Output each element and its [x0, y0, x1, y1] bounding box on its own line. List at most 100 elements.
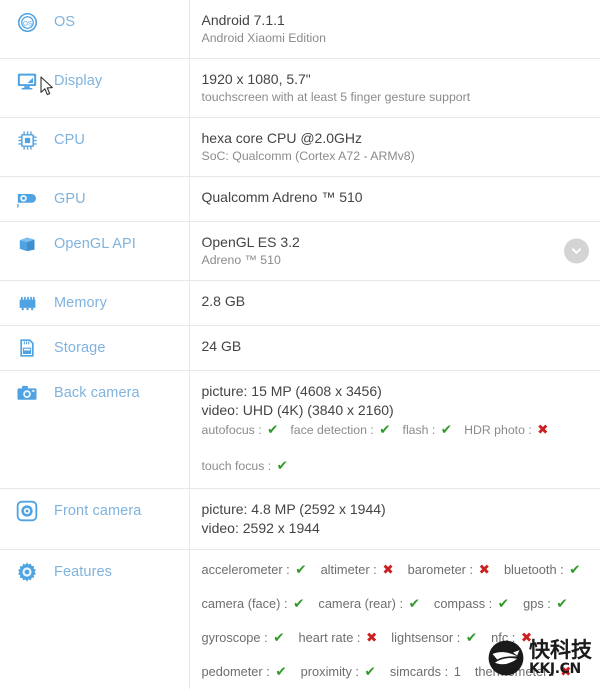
feature-name: barometer :: [407, 562, 477, 577]
feature-name: proximity :: [300, 664, 363, 679]
features-line: gyroscope : ✔ heart rate : ✖ lightsensor :…: [202, 629, 587, 646]
row-value-back-camera: picture: 15 MP (4608 x 3456) video: UHD …: [189, 370, 600, 489]
feature-item: compass : ✔: [434, 596, 509, 611]
feature-value: ✖: [537, 422, 549, 437]
back-camera-flags-line-1: autofocus : ✔ face detection : ✔ flash : ✔…: [202, 421, 587, 439]
os-edition: Android Xiaomi Edition: [201, 31, 326, 45]
back-camera-flags-line-2: touch focus : ✔: [202, 457, 587, 475]
gpu-model: Qualcomm Adreno ™ 510: [201, 189, 363, 205]
feature-name: gyroscope :: [201, 630, 272, 645]
feature-item: lightsensor : ✔: [391, 630, 477, 645]
os-icon: OS: [16, 11, 38, 33]
feature-item: camera (face) : ✔: [202, 596, 305, 611]
chip-icon: [16, 129, 38, 151]
sd-card-icon: [16, 337, 38, 359]
feature-item: pedometer : ✔: [202, 664, 287, 679]
feature-value: ✖: [520, 630, 533, 645]
feature-item: altimeter : ✖: [321, 562, 394, 577]
opengl-version: OpenGL ES 3.2: [201, 234, 300, 250]
feature-value: ✔: [569, 562, 581, 577]
row-label-text: GPU: [54, 191, 86, 207]
opengl-renderer: Adreno ™ 510: [201, 253, 281, 267]
cpu-cores-clock: hexa core CPU @2.0GHz: [201, 130, 363, 146]
table-row-gpu: GPU Qualcomm Adreno ™ 510: [0, 176, 600, 222]
spec-sheet-page: OS OS Android 7.1.1 Android Xiaomi Editi…: [0, 0, 600, 689]
feature-name: camera (rear) :: [318, 596, 407, 611]
table-row-front-camera: Front camera picture: 4.8 MP (2592 x 194…: [0, 488, 600, 550]
feature-item: touch focus : ✔: [201, 458, 288, 473]
feature-item: barometer : ✖: [408, 562, 490, 577]
row-label-gpu: GPU: [0, 176, 190, 222]
svg-text:OS: OS: [22, 20, 31, 27]
row-label-opengl: OpenGL API: [0, 221, 190, 281]
camera-icon: [16, 382, 38, 404]
feature-name: HDR photo :: [464, 423, 536, 437]
row-value-os: Android 7.1.1 Android Xiaomi Edition: [189, 0, 600, 59]
feature-name: simcards :: [389, 664, 452, 679]
table-row-back-camera: Back camera picture: 15 MP (4608 x 3456)…: [0, 370, 600, 489]
feature-name: camera (face) :: [201, 596, 292, 611]
feature-value: ✔: [275, 664, 287, 679]
back-camera-picture: picture: 15 MP (4608 x 3456): [201, 383, 382, 399]
feature-value: ✔: [497, 596, 510, 611]
row-value-features: accelerometer : ✔ altimeter : ✖ barometer …: [189, 549, 600, 689]
cube-icon: [16, 233, 38, 255]
row-label-cpu: CPU: [0, 117, 190, 177]
feature-value: ✔: [276, 458, 288, 473]
feature-item: nfc : ✖: [491, 630, 532, 645]
gear-icon: [16, 561, 38, 583]
table-row-os: OS OS Android 7.1.1 Android Xiaomi Editi…: [0, 0, 600, 59]
feature-value: ✔: [556, 596, 568, 611]
row-label-text: CPU: [54, 132, 85, 148]
back-camera-video: video: UHD (4K) (3840 x 2160): [201, 402, 394, 418]
row-label-text: Features: [54, 564, 113, 580]
table-row-display: Display 1920 x 1080, 5.7" touchscreen wi…: [0, 58, 600, 118]
feature-name: compass :: [433, 596, 496, 611]
feature-name: altimeter :: [320, 562, 381, 577]
features-list: accelerometer : ✔ altimeter : ✖ barometer …: [202, 561, 587, 689]
row-value-storage: 24 GB: [189, 325, 600, 371]
row-value-gpu: Qualcomm Adreno ™ 510: [189, 176, 600, 222]
features-line: camera (face) : ✔ camera (rear) : ✔ compas…: [202, 595, 587, 612]
feature-name: touch focus :: [201, 459, 275, 473]
feature-item: simcards : 1: [390, 664, 461, 679]
feature-value: ✔: [379, 422, 391, 437]
feature-name: bluetooth :: [503, 562, 568, 577]
feature-value: ✔: [295, 562, 307, 577]
display-resolution: 1920 x 1080, 5.7": [201, 71, 311, 87]
row-label-text: Display: [54, 73, 103, 89]
feature-name: accelerometer :: [201, 562, 294, 577]
row-value-opengl: OpenGL ES 3.2 Adreno ™ 510: [189, 221, 600, 281]
feature-name: face detection :: [290, 423, 378, 437]
row-label-display: Display: [0, 58, 190, 118]
row-label-text: Back camera: [54, 385, 140, 401]
feature-name: heart rate :: [298, 630, 364, 645]
gpu-card-icon: [16, 188, 38, 210]
row-label-back-camera: Back camera: [0, 370, 190, 489]
feature-value: ✔: [364, 664, 376, 679]
row-value-display: 1920 x 1080, 5.7" touchscreen with at le…: [189, 58, 600, 118]
table-row-opengl: OpenGL API OpenGL ES 3.2 Adreno ™ 510: [0, 221, 600, 281]
table-row-memory: Memory 2.8 GB: [0, 280, 600, 326]
feature-value: 1: [453, 664, 461, 679]
row-label-text: Front camera: [54, 503, 142, 519]
front-camera-picture: picture: 4.8 MP (2592 x 1944): [201, 501, 386, 517]
feature-name: nfc :: [491, 630, 519, 645]
feature-name: thermometer :: [474, 664, 559, 679]
os-version: Android 7.1.1: [201, 12, 285, 28]
chevron-down-icon[interactable]: [564, 238, 589, 264]
feature-value: ✔: [408, 596, 420, 611]
feature-name: pedometer :: [201, 664, 274, 679]
feature-item: bluetooth : ✔: [504, 562, 581, 577]
row-value-memory: 2.8 GB: [189, 280, 600, 326]
feature-value: ✖: [365, 630, 378, 645]
table-row-cpu: CPU hexa core CPU @2.0GHz SoC: Qualcomm …: [0, 117, 600, 177]
feature-item: gps : ✔: [523, 596, 568, 611]
row-label-memory: Memory: [0, 280, 190, 326]
table-row-storage: Storage 24 GB: [0, 325, 600, 371]
feature-item: thermometer : ✖: [475, 664, 572, 679]
memory-chip-icon: [16, 292, 38, 314]
row-label-text: Storage: [54, 340, 106, 356]
table-row-features: Features accelerometer : ✔ altimeter : ✖ b…: [0, 549, 600, 689]
